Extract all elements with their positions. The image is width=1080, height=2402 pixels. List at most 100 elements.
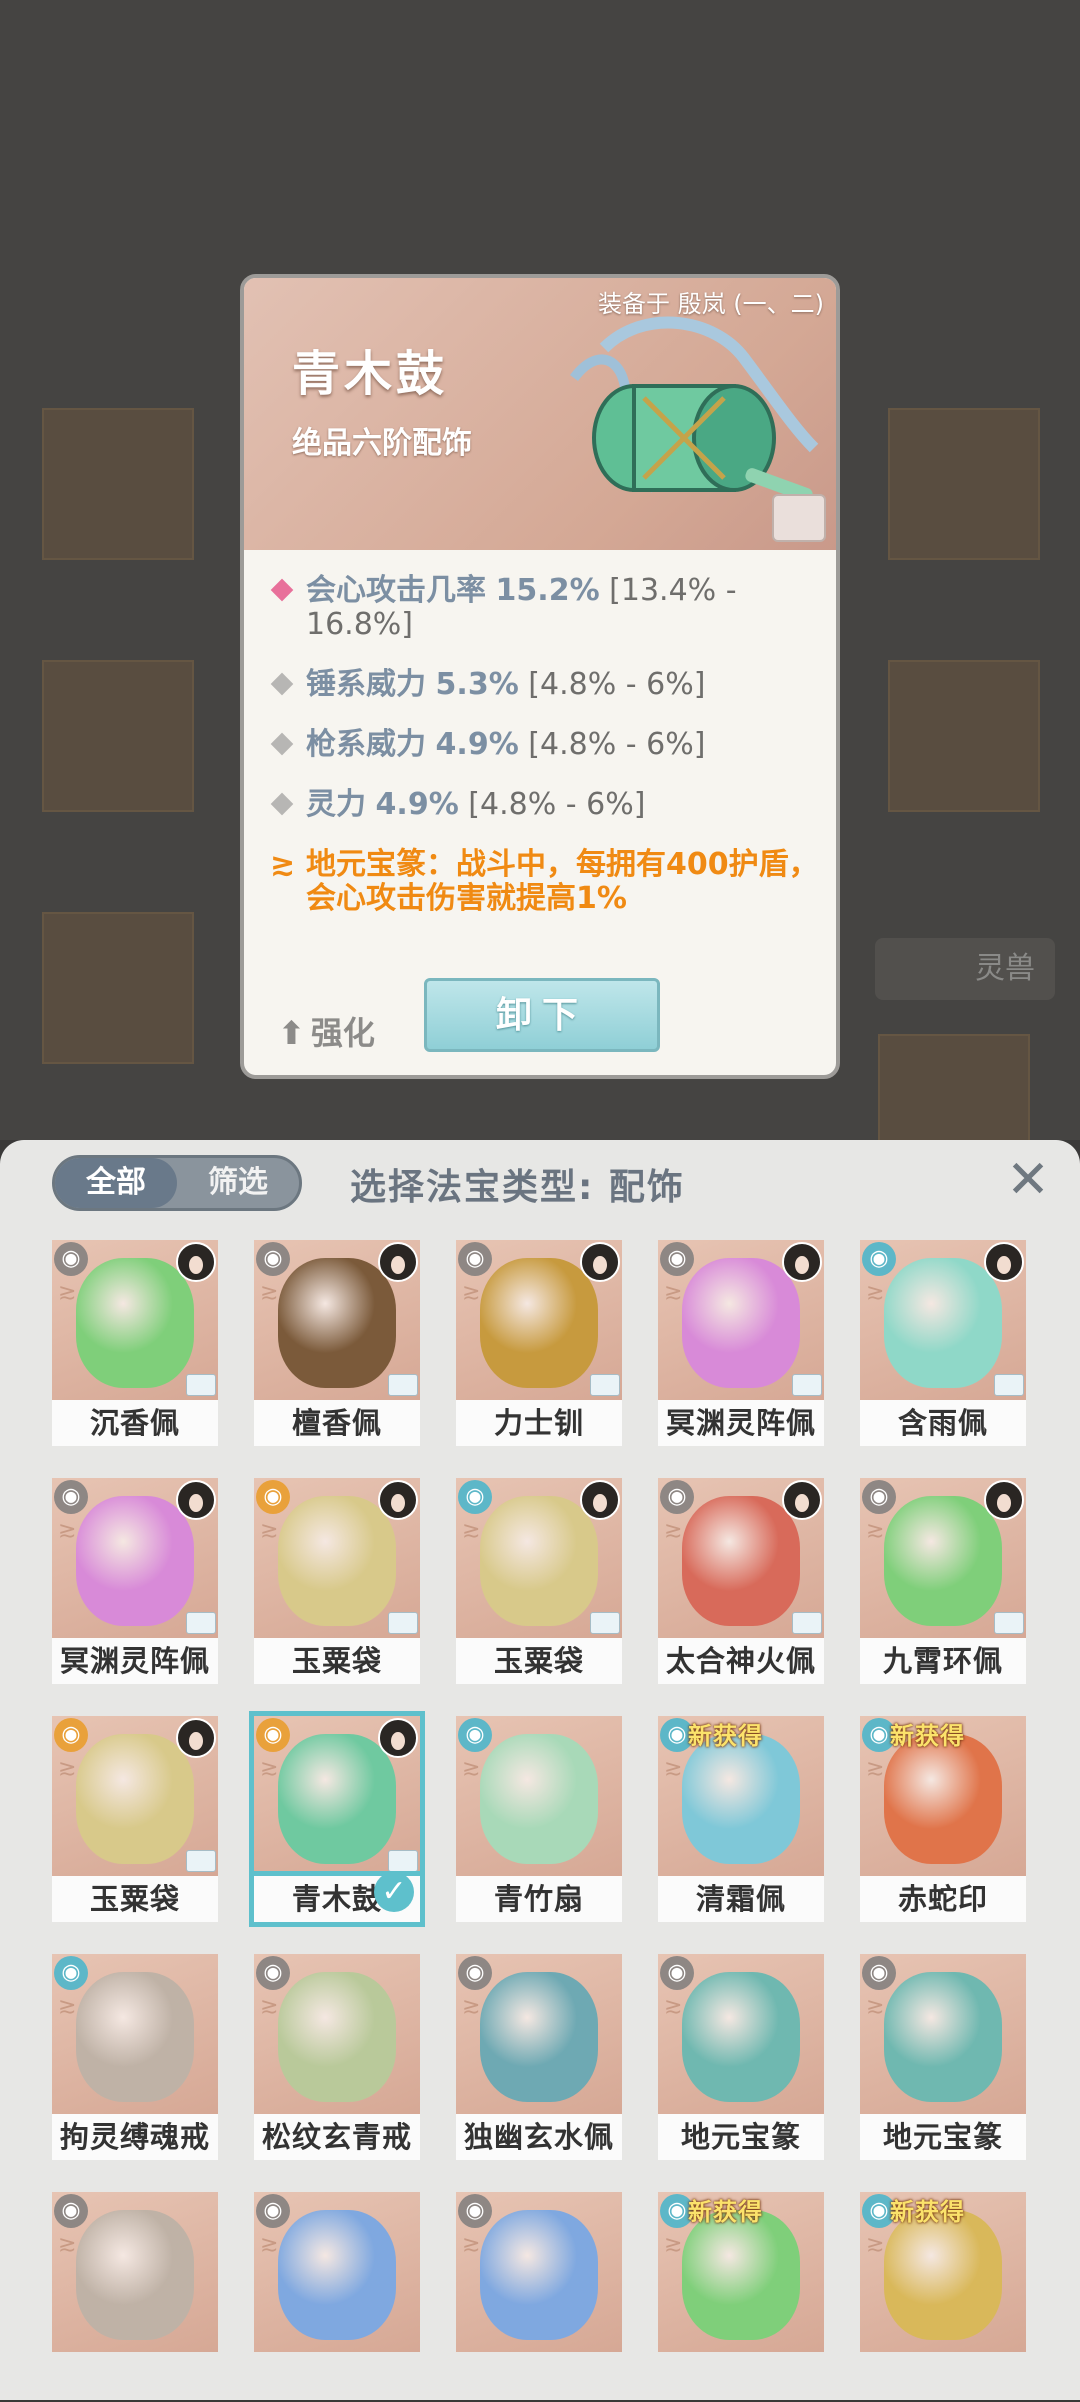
item-artwork	[76, 1258, 194, 1388]
item-card[interactable]: ◉ ≳ 青木鼓 ✓	[249, 1711, 425, 1926]
strengthen-button[interactable]: ⬆ 强化	[278, 1008, 375, 1054]
item-card[interactable]: ◉ ≳ 玉粟袋	[254, 1478, 420, 1688]
item-artwork	[480, 1972, 598, 2102]
owner-avatar	[782, 1242, 822, 1282]
filter-segment: 全部 筛选	[52, 1155, 302, 1211]
item-type-icon: ◉	[458, 1480, 492, 1514]
stat-name: 灵力	[306, 787, 366, 822]
rank-icon: ≳	[260, 1280, 279, 1305]
rank-icon: ≳	[664, 1756, 683, 1781]
new-acquired-tag: 新获得	[688, 1722, 763, 1750]
stat-value: 5.3%	[435, 667, 519, 702]
owner-avatar	[176, 1480, 216, 1520]
item-card[interactable]: ◉ ≳ 冥渊灵阵佩	[52, 1478, 218, 1688]
rank-icon: ≳	[462, 1756, 481, 1781]
item-card-label: 地元宝篆	[860, 2114, 1026, 2160]
item-type-icon: ◉	[660, 1242, 694, 1276]
close-icon[interactable]: ✕	[1002, 1154, 1054, 1206]
item-card[interactable]: ◉ ≳ 独幽玄水佩	[456, 1954, 622, 2164]
item-artwork	[278, 1734, 396, 1864]
item-card[interactable]: ◉ ≳ 新获得 赤蛇印	[860, 1716, 1026, 1926]
stat-bullet-icon	[270, 672, 294, 696]
item-type-icon: ◉	[54, 1242, 88, 1276]
item-card[interactable]: ◉ ≳ 拘灵缚魂戒	[52, 1954, 218, 2164]
item-card[interactable]: ◉ ≳ 玉粟袋	[52, 1716, 218, 1926]
item-grade: 绝品六阶配饰	[292, 426, 472, 461]
stat-range: [4.8% - 6%]	[468, 787, 646, 822]
item-card[interactable]: ◉ ≳ 冥渊灵阵佩	[658, 1240, 824, 1450]
up-arrow-icon: ⬆	[278, 1014, 305, 1052]
item-card[interactable]: ◉ ≳ 檀香佩	[254, 1240, 420, 1450]
item-card[interactable]: ◉ ≳ 松纹玄青戒	[254, 1954, 420, 2164]
item-card-art: ◉ ≳	[456, 2192, 622, 2352]
background-slot	[888, 408, 1040, 560]
item-type-icon: ◉	[458, 2194, 492, 2228]
segment-filter-button[interactable]: 筛选	[177, 1158, 299, 1208]
item-card-art: ◉ ≳	[52, 2192, 218, 2352]
item-card-label: 青竹扇	[456, 1876, 622, 1922]
stat-row: 锤系威力 5.3% [4.8% - 6%]	[270, 668, 830, 702]
owner-avatar	[984, 1242, 1024, 1282]
item-card[interactable]: ◉ ≳ 新获得	[658, 2192, 824, 2402]
item-artwork	[480, 1734, 598, 1864]
item-artwork	[884, 1972, 1002, 2102]
item-artwork	[682, 1258, 800, 1388]
item-card-art: ◉ ≳	[254, 1240, 420, 1400]
item-card[interactable]: ◉ ≳ 新获得	[860, 2192, 1026, 2402]
item-card[interactable]: ◉ ≳ 太合神火佩	[658, 1478, 824, 1688]
item-card-label: 清霜佩	[658, 1876, 824, 1922]
item-card[interactable]: ◉ ≳ 沉香佩	[52, 1240, 218, 1450]
item-card[interactable]: ◉ ≳ 地元宝篆	[658, 1954, 824, 2164]
item-artwork	[278, 1972, 396, 2102]
item-card[interactable]: ◉ ≳	[254, 2192, 420, 2402]
item-card[interactable]: ◉ ≳	[52, 2192, 218, 2402]
item-card[interactable]: ◉ ≳ 地元宝篆	[860, 1954, 1026, 2164]
stat-value: 15.2%	[495, 573, 600, 608]
item-card-label: 玉粟袋	[456, 1638, 622, 1684]
item-type-icon: ◉	[256, 1956, 290, 1990]
item-name: 青木鼓	[292, 346, 449, 402]
rank-icon: ≳	[58, 2232, 77, 2257]
rank-icon: ≳	[664, 1280, 683, 1305]
item-type-icon: ◉	[458, 1956, 492, 1990]
item-card[interactable]: ◉ ≳ 新获得 清霜佩	[658, 1716, 824, 1926]
owner-avatar	[580, 1242, 620, 1282]
background-slot	[42, 912, 194, 1064]
item-card[interactable]: ◉ ≳	[456, 2192, 622, 2402]
lock-icon	[388, 1612, 418, 1634]
rank-icon: ≳	[866, 1994, 885, 2019]
special-effect: ≳ 地元宝篆：战斗中，每拥有400护盾，会心攻击伤害就提高1%	[270, 848, 830, 916]
item-card[interactable]: ◉ ≳ 力士钏	[456, 1240, 622, 1450]
segment-all-button[interactable]: 全部	[55, 1158, 177, 1208]
item-card-label: 九霄环佩	[860, 1638, 1026, 1684]
new-acquired-tag: 新获得	[688, 2198, 763, 2226]
stat-bullet-icon	[270, 732, 294, 756]
stat-name: 会心攻击几率	[306, 573, 486, 608]
stat-bullet-icon	[270, 792, 294, 816]
item-type-icon: ◉	[256, 1480, 290, 1514]
check-icon: ✓	[374, 1872, 414, 1912]
stat-row: 会心攻击几率 15.2% [13.4% - 16.8%]	[270, 574, 830, 642]
item-card-art: ◉ ≳	[860, 1954, 1026, 2114]
item-artwork	[76, 1496, 194, 1626]
item-detail-header: 装备于 殷岚 (一、二) 青木鼓 绝品六阶配饰	[244, 278, 836, 550]
strengthen-label: 强化	[310, 1014, 375, 1052]
item-artwork	[480, 2210, 598, 2340]
item-card-label: 玉粟袋	[52, 1876, 218, 1922]
item-card[interactable]: ◉ ≳ 青竹扇	[456, 1716, 622, 1926]
item-card-label: 檀香佩	[254, 1400, 420, 1446]
item-artwork	[682, 1496, 800, 1626]
item-card-art: ◉ ≳	[658, 1478, 824, 1638]
lock-icon	[994, 1612, 1024, 1634]
new-acquired-tag: 新获得	[890, 2198, 965, 2226]
lock-icon	[186, 1612, 216, 1634]
new-acquired-tag: 新获得	[890, 1722, 965, 1750]
item-card[interactable]: ◉ ≳ 玉粟袋	[456, 1478, 622, 1688]
item-card[interactable]: ◉ ≳ 含雨佩	[860, 1240, 1026, 1450]
stat-name: 锤系威力	[306, 667, 426, 702]
unequip-button[interactable]: 卸下	[424, 978, 660, 1052]
item-card[interactable]: ◉ ≳ 九霄环佩	[860, 1478, 1026, 1688]
item-type-icon: ◉	[660, 1480, 694, 1514]
lock-icon[interactable]	[772, 494, 826, 542]
item-type-icon: ◉	[54, 1480, 88, 1514]
